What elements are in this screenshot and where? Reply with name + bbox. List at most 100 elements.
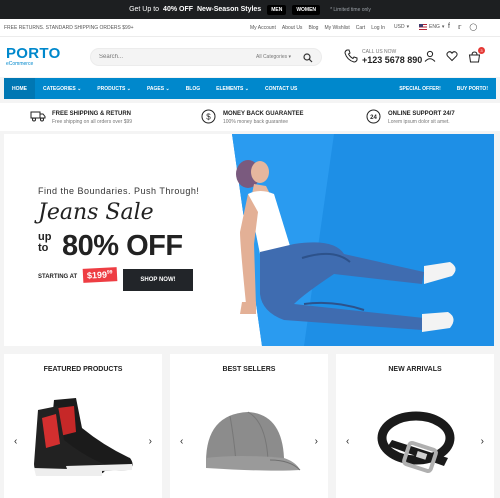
heart-icon[interactable]: [446, 50, 458, 62]
men-button[interactable]: MEN: [267, 4, 287, 15]
phone-icon: [344, 49, 358, 63]
sneaker-icon[interactable]: [4, 388, 162, 498]
nav-products[interactable]: PRODUCTS ⌄: [89, 78, 139, 99]
hero-tagline: Find the Boundaries. Push Through!: [38, 186, 200, 196]
info-support-sub: Lorem ipsum dolor sit amet.: [388, 119, 450, 125]
nav-home-label: HOME: [12, 85, 27, 92]
limited-time-note: * Limited time only: [330, 6, 371, 13]
info-money-back: $ MONEY BACK GUARANTEE 100% money back g…: [201, 109, 304, 129]
cart-link[interactable]: Cart: [356, 25, 365, 31]
account-links: My Account About Us Blog My Wishlist Car…: [250, 25, 385, 31]
log-in-link[interactable]: Log In: [371, 25, 385, 31]
svg-text:$: $: [206, 113, 211, 122]
currency-value: USD: [394, 24, 405, 30]
svg-text:24: 24: [370, 115, 377, 121]
search-bar: All Categories ▾: [90, 48, 322, 66]
language-value: ENG: [429, 24, 440, 30]
special-offer-link[interactable]: SPECIAL OFFER!: [391, 78, 449, 99]
chevron-down-icon: ⌄: [126, 85, 131, 92]
nav-home[interactable]: HOME: [4, 78, 35, 99]
blog-link[interactable]: Blog: [308, 25, 318, 31]
search-category-value: All Categories: [256, 54, 288, 60]
support-24-icon: 24: [366, 109, 381, 124]
phone-number[interactable]: +123 5678 890: [362, 55, 422, 65]
promo-bar: Get Up to 40% OFF New-Season Styles MEN …: [0, 0, 500, 19]
info-strip: FREE SHIPPING & RETURN Free shipping on …: [0, 103, 500, 131]
header-icons: 3: [424, 47, 485, 63]
instagram-icon[interactable]: ◯: [469, 23, 477, 31]
cart-button[interactable]: 3: [468, 47, 485, 63]
call-us-block: CALL US NOW +123 5678 890: [344, 49, 422, 68]
nav-contact-label: CONTACT US: [264, 85, 298, 92]
belt-icon[interactable]: [336, 388, 494, 498]
user-icon[interactable]: [424, 50, 436, 62]
nav-categories[interactable]: CATEGORIES ⌄: [35, 78, 89, 99]
chevron-down-icon: ⌄: [244, 85, 249, 92]
info-shipping-title: FREE SHIPPING & RETURN: [52, 111, 132, 117]
info-money-sub: 100% money back guarantee: [223, 119, 289, 125]
porto-logo[interactable]: PORTO eCommerce: [6, 45, 61, 67]
info-shipping-sub: Free shipping on all orders over $99: [52, 119, 133, 125]
chevron-down-icon: ⌄: [165, 85, 170, 92]
site-header: PORTO eCommerce All Categories ▾ CALL US…: [0, 37, 500, 77]
dollar-icon: $: [201, 109, 216, 124]
currency-select[interactable]: USD ▾: [394, 24, 409, 30]
buy-porto-link[interactable]: BUY PORTO!: [449, 78, 496, 99]
logo-text: PORTO: [6, 45, 61, 62]
shipping-notice: FREE RETURNS. STANDARD SHIPPING ORDERS $…: [4, 25, 134, 31]
promo-text: Get Up to: [129, 6, 160, 13]
us-flag-icon: [419, 24, 427, 30]
special-offer-label: SPECIAL OFFER!: [399, 85, 441, 92]
twitter-icon[interactable]: 𝕣: [458, 23, 461, 31]
hero-price-cents: 99: [106, 269, 113, 276]
new-arrivals-card: NEW ARRIVALS ‹ ›: [336, 354, 494, 498]
card-heading: NEW ARRIVALS: [388, 366, 442, 373]
nav-products-label: PRODUCTS: [97, 85, 126, 92]
card-heading: BEST SELLERS: [222, 366, 276, 373]
hero-upto-to: to: [38, 242, 49, 254]
nav-pages-label: PAGES: [146, 85, 165, 92]
about-us-link[interactable]: About Us: [282, 25, 303, 31]
info-money-title: MONEY BACK GUARANTEE: [223, 111, 304, 117]
hero-upto: up to: [38, 232, 51, 254]
nav-categories-label: CATEGORIES: [43, 85, 76, 92]
shop-now-button[interactable]: SHOP NOW!: [123, 269, 193, 291]
language-select[interactable]: ENG ▾: [419, 24, 444, 30]
buy-porto-label: BUY PORTO!: [456, 85, 488, 92]
promo-styles: New-Season Styles: [197, 6, 262, 13]
my-wishlist-link[interactable]: My Wishlist: [324, 25, 349, 31]
nav-pages[interactable]: PAGES ⌄: [139, 78, 178, 99]
women-button[interactable]: WOMEN: [292, 4, 321, 15]
nav-contact-us[interactable]: CONTACT US: [257, 78, 305, 99]
chevron-down-icon: ▾: [406, 24, 410, 30]
hero-starting-at: STARTING AT: [38, 274, 78, 280]
promo-discount: 40% OFF: [163, 6, 193, 13]
utility-bar: FREE RETURNS. STANDARD SHIPPING ORDERS $…: [0, 19, 500, 37]
info-shipping: FREE SHIPPING & RETURN Free shipping on …: [30, 109, 132, 128]
hero-banner: Find the Boundaries. Push Through! Jeans…: [4, 134, 494, 346]
info-support: 24 ONLINE SUPPORT 24/7 Lorem ipsum dolor…: [366, 109, 455, 129]
search-input[interactable]: [99, 52, 239, 62]
card-heading: FEATURED PRODUCTS: [43, 366, 123, 373]
social-links: f 𝕣 ◯: [448, 23, 477, 31]
nav-elements[interactable]: ELEMENTS ⌄: [208, 78, 257, 99]
search-icon[interactable]: [303, 53, 313, 63]
nav-elements-label: ELEMENTS: [216, 85, 244, 92]
featured-products-card: FEATURED PRODUCTS ‹ ›: [4, 354, 162, 498]
chevron-down-icon: ⌄: [77, 85, 82, 92]
nav-blog-label: BLOG: [185, 85, 201, 92]
facebook-icon[interactable]: f: [448, 23, 450, 31]
chevron-down-icon: ▾: [441, 24, 445, 30]
my-account-link[interactable]: My Account: [250, 25, 276, 31]
search-category-select[interactable]: All Categories ▾: [256, 54, 291, 60]
hero-price-badge: $19999: [82, 267, 117, 283]
shop-now-label: SHOP NOW!: [140, 277, 176, 283]
best-sellers-card: BEST SELLERS ‹ ›: [170, 354, 328, 498]
cap-icon[interactable]: [170, 388, 328, 498]
nav-blog[interactable]: BLOG: [178, 78, 208, 99]
hero-title: Jeans Sale: [38, 200, 154, 225]
truck-icon: [30, 111, 46, 122]
info-support-title: ONLINE SUPPORT 24/7: [388, 111, 455, 117]
cart-count-badge: 3: [478, 47, 485, 54]
hero-price: $199: [86, 269, 108, 281]
